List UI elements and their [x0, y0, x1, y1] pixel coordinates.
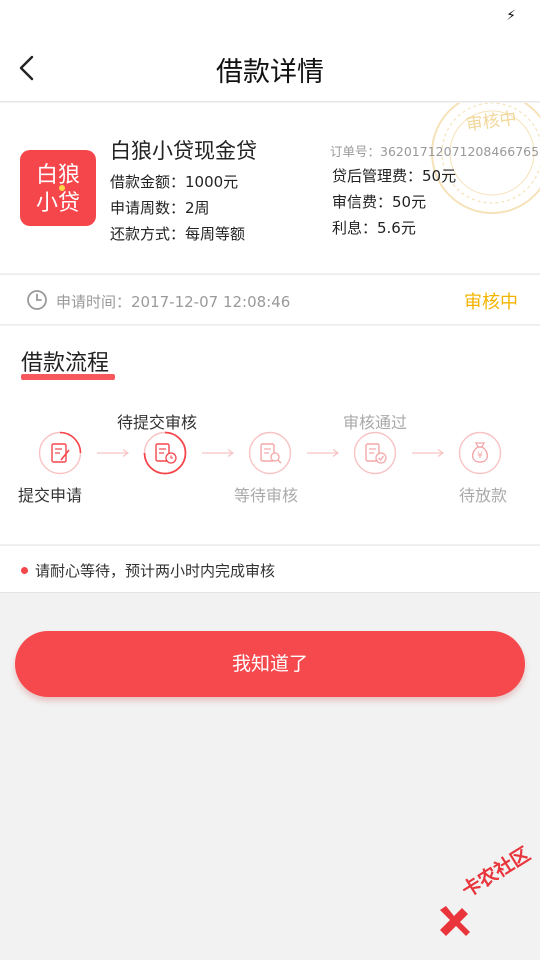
- apply-time: 申请时间：2017-12-07 12:08:46: [56, 293, 291, 311]
- page-title: 借款详情: [216, 57, 324, 88]
- money-bag-icon: ¥: [458, 431, 502, 475]
- loan-card: 审核中 白狼 小贷 白狼小贷现金贷 借款金额：1000元 申请周数：2周 还款方…: [0, 103, 540, 273]
- product-logo: 白狼 小贷: [20, 150, 96, 226]
- loan-amount: 借款金额：1000元: [110, 173, 239, 191]
- logo-text-bottom: 小贷: [36, 191, 80, 216]
- clock-icon: [27, 290, 47, 310]
- charging-bolt-icon: ⚡: [506, 8, 516, 24]
- loan-period: 申请周数：2周: [110, 199, 210, 217]
- document-clock-icon: [143, 431, 187, 475]
- product-name: 白狼小贷现金贷: [110, 139, 257, 163]
- document-check-icon: [353, 431, 397, 475]
- section-title-text: 借款流程: [21, 351, 110, 376]
- stamp-text: 审核中: [465, 109, 518, 136]
- watermark: 卡农社区: [432, 843, 540, 950]
- arrow-right-icon: [307, 449, 340, 457]
- watermark-logo-icon: [440, 906, 470, 936]
- notice-text: 请耐心等待，预计两小时内完成审核: [35, 562, 276, 580]
- arrow-right-icon: [97, 449, 130, 457]
- section-title: 借款流程: [21, 345, 115, 380]
- loan-flow: 借款流程 ¥ 提交申请 待提交审核 等待审核 审核通过 待放款: [0, 326, 540, 544]
- management-fee: 贷后管理费：50元: [332, 167, 457, 185]
- status-bar: ⚡: [0, 0, 540, 34]
- interest: 利息：5.6元: [332, 219, 416, 237]
- notice-dot: [21, 567, 28, 574]
- step-label-approved: 审核通过: [343, 413, 408, 432]
- apply-time-row: 申请时间：2017-12-07 12:08:46 审核中: [0, 274, 540, 325]
- notice-row: 请耐心等待，预计两小时内完成审核: [0, 545, 540, 593]
- repay-method: 还款方式：每周等额: [110, 225, 246, 243]
- logo-text-top: 白狼: [36, 163, 80, 188]
- watermark-text: 卡农社区: [458, 843, 535, 903]
- document-search-icon: [248, 431, 292, 475]
- step-label-waiting-review: 等待审核: [234, 486, 299, 505]
- svg-text:¥: ¥: [477, 451, 483, 461]
- credit-fee: 审信费：50元: [332, 193, 427, 211]
- status-badge: 审核中: [464, 292, 518, 313]
- arrow-right-icon: [202, 449, 235, 457]
- confirm-button[interactable]: 我知道了: [15, 631, 525, 697]
- review-stamp: 审核中: [431, 103, 540, 214]
- order-number: 订单号：36201712071208466765: [330, 144, 540, 159]
- arrow-right-icon: [412, 449, 445, 457]
- document-edit-icon: [38, 431, 82, 475]
- step-label-disbursement: 待放款: [459, 486, 508, 505]
- nav-bar: 借款详情: [0, 34, 540, 102]
- step-label-submit: 提交申请: [18, 486, 83, 505]
- step-label-pending-submit: 待提交审核: [117, 413, 198, 432]
